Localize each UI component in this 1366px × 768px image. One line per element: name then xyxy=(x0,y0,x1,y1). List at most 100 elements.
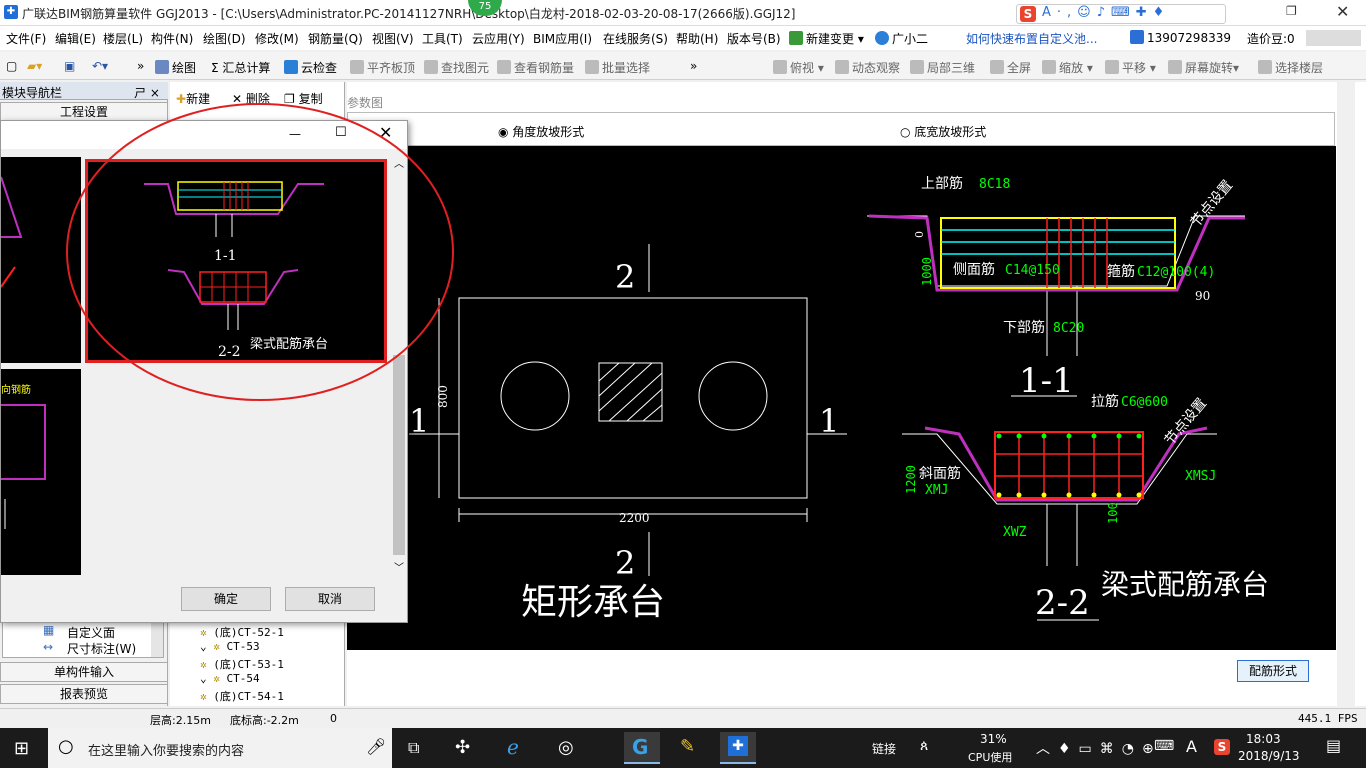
phone-account[interactable]: 13907298339 xyxy=(1130,30,1231,45)
pile-left xyxy=(500,361,570,431)
new-file-icon[interactable]: ▢ xyxy=(6,59,17,73)
scroll-down-icon[interactable]: ﹀ xyxy=(394,559,404,574)
menu-view[interactable]: 视图(V) xyxy=(372,30,414,47)
keyboard-icon[interactable]: ⌨ xyxy=(1154,738,1174,754)
cancel-button[interactable]: 取消 xyxy=(285,587,375,611)
fps-readout: 445.1 FPS xyxy=(1298,712,1358,725)
menu-file[interactable]: 文件(F) xyxy=(6,30,46,47)
clock-time[interactable]: 18:03 xyxy=(1246,732,1281,746)
close-button[interactable]: ✕ xyxy=(1336,2,1349,21)
tree-custom-face[interactable]: 自定义面 xyxy=(67,624,115,641)
dim-1200: 1200 xyxy=(904,465,918,494)
open-icon[interactable]: ▰▾ xyxy=(27,59,42,73)
sogou-s-icon[interactable]: S xyxy=(1020,6,1036,22)
menu-tools[interactable]: 工具(T) xyxy=(422,30,463,47)
menu-version[interactable]: 版本号(B) xyxy=(727,30,781,47)
gld-taskbar-app[interactable]: ✚ xyxy=(720,732,756,764)
sogou-tray-icon[interactable]: S xyxy=(1214,739,1230,755)
taskbar-search-box[interactable]: ○ 在这里输入你要搜索的内容 🎤︎ xyxy=(48,728,392,768)
menu-rebar-qty[interactable]: 钢筋量(Q) xyxy=(308,30,363,47)
floor-height: 层高:2.15m xyxy=(150,714,211,727)
zero-label: 0 xyxy=(913,231,926,238)
beans-label[interactable]: 造价豆:0 xyxy=(1247,30,1295,47)
question-link[interactable]: 如何快速布置自定义池... xyxy=(966,30,1097,47)
browser-icon[interactable]: ◎ xyxy=(558,737,574,758)
tree-row[interactable]: ✲ (底)CT-54-1 xyxy=(200,688,284,704)
fan-app-icon[interactable]: ✣ xyxy=(455,737,470,758)
people-icon[interactable]: ጰ xyxy=(920,738,928,754)
orbit-button[interactable]: 动态观察 xyxy=(835,59,900,76)
tree-scrollbar[interactable] xyxy=(151,619,163,657)
link-label[interactable]: 链接 xyxy=(872,740,896,757)
menu-help[interactable]: 帮助(H) xyxy=(676,30,718,47)
menu-component[interactable]: 构件(N) xyxy=(151,30,193,47)
single-input-button[interactable]: 单构件输入 xyxy=(0,662,168,682)
node-settings-bottom: 节点设置 xyxy=(1162,395,1210,448)
undo-icon[interactable]: ↶▾ xyxy=(92,59,108,73)
tree-dimension[interactable]: 尺寸标注(W) xyxy=(67,640,136,657)
menu-bim[interactable]: BIM应用(I) xyxy=(533,30,592,47)
angle-slope-radio[interactable]: ◉ 角度放坡形式 xyxy=(498,123,584,140)
tree-row[interactable]: ✲ (底)CT-52-1 xyxy=(200,624,284,640)
ggj-taskbar-app[interactable]: G xyxy=(624,732,660,764)
flush-slab-button[interactable]: 平齐板顶 xyxy=(350,59,415,76)
cloud-check-label: 云检查 xyxy=(301,61,338,75)
task-view-icon[interactable]: ⧉ xyxy=(408,738,419,758)
menu-overflow xyxy=(1306,30,1361,46)
assistant-button[interactable]: 广小二 xyxy=(875,30,928,47)
ime-tools-icon[interactable]: A·,☺♪⌨✚♦ xyxy=(1042,5,1170,20)
cloud-check-icon xyxy=(284,60,298,74)
rotate-icon xyxy=(1168,60,1182,74)
menu-edit[interactable]: 编辑(E) xyxy=(55,30,96,47)
tree-row[interactable]: ✲ (底)CT-53-1 xyxy=(200,656,284,672)
flush-label: 平齐板顶 xyxy=(367,61,416,75)
user-icon xyxy=(1130,30,1144,44)
cloud-check-button[interactable]: 云检查 xyxy=(284,59,337,76)
save-icon[interactable]: ▣ xyxy=(64,59,75,73)
tree-item-label: CT-54 xyxy=(226,672,260,685)
ie-icon[interactable]: ℯ xyxy=(507,735,519,759)
find-element-button[interactable]: 查找图元 xyxy=(424,59,489,76)
toolbar-overflow-2-icon[interactable]: » xyxy=(690,59,697,73)
fullscreen-button[interactable]: 全屏 xyxy=(990,59,1031,76)
menu-cloud[interactable]: 云应用(Y) xyxy=(472,30,525,47)
menu-modify[interactable]: 修改(M) xyxy=(255,30,299,47)
summary-calc-button[interactable]: Σ 汇总计算 xyxy=(211,59,270,76)
local-3d-icon xyxy=(910,60,924,74)
pan-button[interactable]: 平移 ▾ xyxy=(1105,59,1156,76)
bottom-slope-radio[interactable]: ○ 底宽放坡形式 xyxy=(900,123,986,140)
notification-icon[interactable]: ▤ xyxy=(1326,736,1341,755)
local-3d-button[interactable]: 局部三维 xyxy=(910,59,975,76)
bottom-slope-label: 底宽放坡形式 xyxy=(914,125,987,139)
tray-icons[interactable]: ︿♦▭⌘◔⊕ xyxy=(1036,738,1162,758)
new-change-button[interactable]: 新建变更 ▾ xyxy=(789,30,864,47)
tree-row[interactable]: ⌄ ✲ CT-53 xyxy=(200,640,260,653)
ime-mode[interactable]: A xyxy=(1186,737,1197,756)
pin-close-icon[interactable]: ㄕ × xyxy=(134,84,160,101)
menu-draw[interactable]: 绘图(D) xyxy=(203,30,246,47)
clock-date[interactable]: 2018/9/13 xyxy=(1238,749,1300,763)
menu-online[interactable]: 在线服务(S) xyxy=(603,30,668,47)
batch-select-button[interactable]: 批量选择 xyxy=(585,59,650,76)
top-view-button[interactable]: 俯视 ▾ xyxy=(773,59,824,76)
rotate-button[interactable]: 屏幕旋转▾ xyxy=(1168,59,1239,76)
restore-button[interactable]: ❐ xyxy=(1286,4,1297,18)
status-bar: 层高:2.15m 底标高:-2.2m 0 445.1 FPS xyxy=(0,708,1366,728)
mic-icon[interactable]: 🎤︎ xyxy=(366,737,386,756)
menu-floor[interactable]: 楼层(L) xyxy=(103,30,143,47)
draw-button[interactable]: 绘图 xyxy=(155,59,196,76)
thumb-left-2-label: 向钢筋 xyxy=(1,385,31,396)
tie-label: 拉筋 xyxy=(1091,393,1119,410)
tree-row[interactable]: ⌄ ✲ CT-54 xyxy=(200,672,260,685)
toolbar-overflow-icon[interactable]: » xyxy=(137,59,144,73)
zoom-button[interactable]: 缩放 ▾ xyxy=(1042,59,1093,76)
report-preview-button[interactable]: 报表预览 xyxy=(0,684,168,704)
select-floor-button[interactable]: 选择楼层 xyxy=(1258,59,1323,76)
notes-icon[interactable]: ✎ xyxy=(680,736,695,757)
windows-start-icon[interactable]: ⊞ xyxy=(14,738,29,759)
ok-button[interactable]: 确定 xyxy=(181,587,271,611)
view-rebar-button[interactable]: 查看钢筋量 xyxy=(497,59,574,76)
right-scrollbar[interactable] xyxy=(1337,82,1355,706)
gld-app-icon: ✚ xyxy=(728,736,748,756)
config-form-button[interactable]: 配筋形式 xyxy=(1237,660,1309,682)
